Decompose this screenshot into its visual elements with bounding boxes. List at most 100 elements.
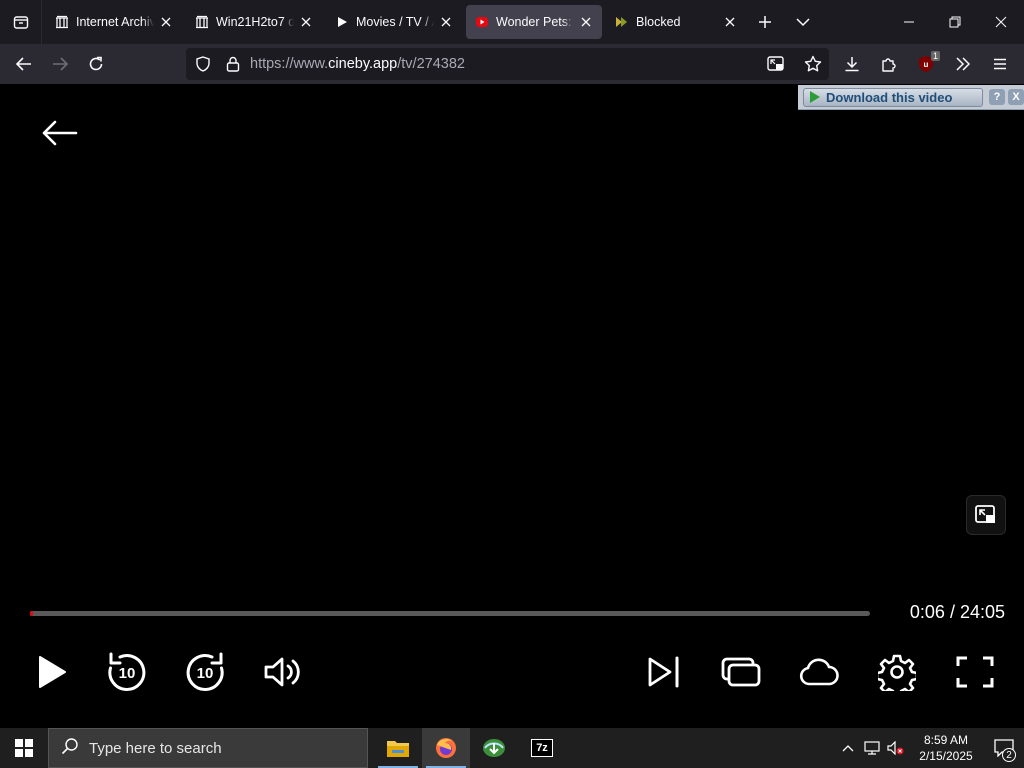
file-explorer-button[interactable] (374, 728, 422, 768)
settings-button[interactable] (875, 650, 919, 694)
server-button[interactable] (797, 650, 841, 694)
volume-icon (264, 657, 300, 687)
fullscreen-button[interactable] (953, 650, 997, 694)
search-placeholder: Type here to search (89, 739, 222, 757)
back-arrow-button[interactable] (40, 118, 78, 148)
play-triangle-icon (810, 91, 820, 103)
close-tab-icon[interactable] (578, 14, 594, 30)
download-manager-icon (483, 739, 505, 757)
tab-title: Win21H2to7 dir (216, 15, 294, 29)
chevron-down-icon (796, 18, 810, 27)
shield-icon[interactable] (188, 48, 218, 80)
download-video-button[interactable]: Download this video (803, 87, 983, 107)
tab-blocked[interactable]: Blocked (606, 5, 746, 39)
lock-icon[interactable] (218, 48, 248, 80)
more-tools-button[interactable] (944, 48, 981, 80)
download-manager-button[interactable] (470, 728, 518, 768)
list-all-tabs-button[interactable] (0, 0, 42, 44)
video-player[interactable]: 0:06 / 24:05 10 10 (0, 84, 1024, 728)
pip-icon (766, 56, 784, 71)
7zip-button[interactable]: 7z (518, 728, 566, 768)
url-scheme: https://www. (250, 56, 329, 72)
tab-title: Wonder Pets: In (496, 15, 574, 29)
blocked-icon (614, 14, 630, 30)
cloud-icon (799, 658, 839, 686)
download-close-button[interactable]: X (1008, 89, 1024, 105)
picture-in-picture-toolbar-button[interactable] (757, 48, 794, 80)
start-button[interactable] (0, 728, 48, 768)
tab-title: Movies / TV / An (356, 15, 434, 29)
pip-icon (975, 505, 995, 523)
extension-badge: 1 (930, 51, 940, 61)
picture-in-picture-button[interactable] (966, 495, 1006, 535)
progress-bar[interactable] (30, 611, 870, 616)
network-button[interactable] (860, 728, 884, 768)
close-tab-icon[interactable] (158, 14, 174, 30)
bookmark-button[interactable] (794, 48, 831, 80)
show-hidden-icons-button[interactable] (836, 728, 860, 768)
firefox-button[interactable] (422, 728, 470, 768)
rewind-icon: 10 (108, 652, 146, 692)
play-icon (334, 14, 350, 30)
tab-win21h2to7[interactable]: Win21H2to7 dir (186, 5, 322, 39)
progress-fill (30, 611, 34, 616)
close-tab-icon[interactable] (438, 14, 454, 30)
firefox-icon (436, 738, 456, 758)
restore-button[interactable] (932, 0, 978, 44)
clock-date: 2/15/2025 (919, 749, 973, 763)
file-explorer-icon (387, 741, 409, 757)
puzzle-icon (881, 58, 896, 72)
ublock-origin-button[interactable]: u 1 (907, 48, 944, 80)
forward-button[interactable] (42, 48, 78, 80)
tab-internet-archive[interactable]: Internet Archive (46, 5, 182, 39)
archive-icon (194, 14, 210, 30)
arrow-left-icon (16, 57, 31, 71)
episodes-button[interactable] (719, 650, 763, 694)
download-help-button[interactable]: ? (989, 89, 1005, 105)
7zip-icon: 7z (531, 739, 553, 757)
svg-text:u: u (923, 60, 928, 69)
url-bar[interactable]: https://www.cineby.app/tv/274382 (186, 48, 829, 80)
new-tab-button[interactable] (746, 0, 784, 44)
download-video-label: Download this video (826, 89, 953, 105)
notifications-button[interactable]: 2 (984, 728, 1024, 768)
close-tab-icon[interactable] (722, 14, 738, 30)
list-tabs-dropdown[interactable] (784, 0, 822, 44)
reload-button[interactable] (78, 48, 114, 80)
forward-10-button[interactable]: 10 (183, 650, 227, 694)
hamburger-menu-icon (993, 58, 1006, 70)
tab-wonder-pets[interactable]: Wonder Pets: In (466, 5, 602, 39)
download-icon (845, 57, 858, 72)
tab-title: Internet Archive (76, 15, 154, 29)
minimize-button[interactable] (886, 0, 932, 44)
tab-movies-tv[interactable]: Movies / TV / An (326, 5, 462, 39)
arrow-left-icon (42, 120, 78, 146)
download-video-bar: Download this video ? X (798, 85, 1024, 110)
url-text: https://www.cineby.app/tv/274382 (250, 56, 829, 72)
tab-title: Blocked (636, 15, 681, 29)
rewind-10-button[interactable]: 10 (105, 650, 149, 694)
restore-icon (949, 16, 961, 28)
downloads-button[interactable] (833, 48, 870, 80)
notification-count: 2 (1002, 748, 1016, 762)
extensions-button[interactable] (870, 48, 907, 80)
chevron-up-icon (842, 745, 854, 752)
taskbar-search-box[interactable]: Type here to search (48, 728, 368, 768)
fast-forward-icon: 10 (186, 652, 224, 692)
tab-bar: Internet Archive Win21H2to7 dir Movies /… (0, 0, 1024, 44)
search-icon (61, 737, 79, 759)
next-episode-button[interactable] (641, 650, 685, 694)
back-button[interactable] (6, 48, 42, 80)
close-window-button[interactable] (978, 0, 1024, 44)
play-button[interactable] (29, 650, 73, 694)
volume-tray-button[interactable] (884, 728, 908, 768)
volume-button[interactable] (261, 650, 305, 694)
clock-time: 8:59 AM (923, 733, 969, 747)
forward-seconds: 10 (197, 665, 214, 682)
close-tab-icon[interactable] (298, 14, 314, 30)
arrow-right-icon (53, 57, 68, 71)
youtube-icon (474, 14, 490, 30)
skip-next-icon (648, 656, 679, 688)
taskbar-clock[interactable]: 8:59 AM 2/15/2025 (908, 732, 984, 764)
app-menu-button[interactable] (981, 48, 1018, 80)
